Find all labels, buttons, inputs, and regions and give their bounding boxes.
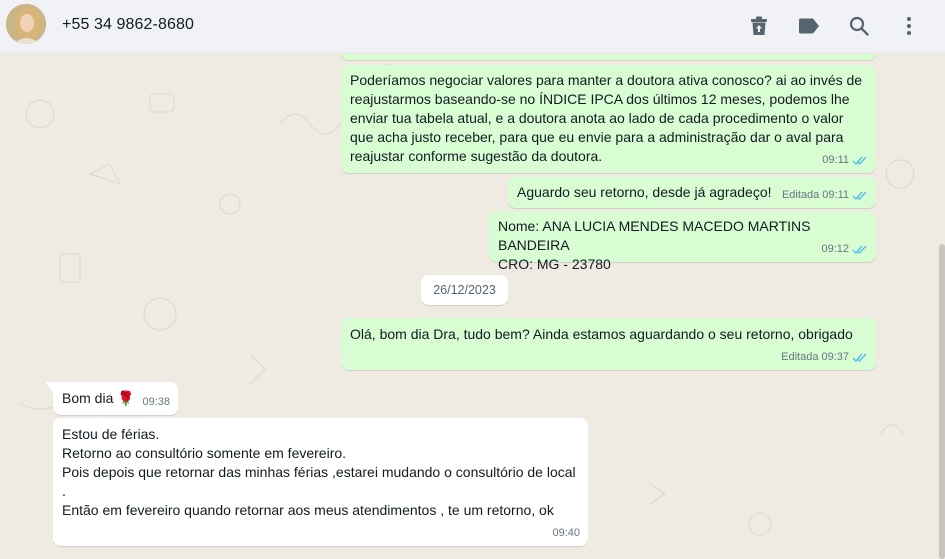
- message-bubble-outgoing[interactable]: Aguardo seu retorno, desde já agradeço! …: [508, 177, 876, 208]
- message-time: 09:11: [822, 154, 849, 166]
- double-check-icon: [852, 353, 867, 363]
- message-text: Nome: ANA LUCIA MENDES MACEDO MARTINS BA…: [498, 218, 811, 272]
- search-icon[interactable]: [846, 13, 872, 39]
- double-check-icon: [852, 191, 867, 201]
- message-time: 09:12: [821, 243, 849, 255]
- bubble-tail: [45, 382, 53, 392]
- message-bubble-outgoing[interactable]: Poderíamos negociar valores para manter …: [341, 65, 876, 173]
- double-check-icon: [852, 245, 867, 255]
- message-meta: 09:40: [552, 524, 580, 543]
- chat-header: +55 34 9862-8680: [0, 0, 945, 53]
- message-meta: Editada 09:11: [782, 186, 868, 205]
- scrollbar[interactable]: [939, 244, 945, 559]
- message-text: Poderíamos negociar valores para manter …: [350, 72, 866, 164]
- archive-icon[interactable]: [746, 13, 772, 39]
- message-bubble-partial: [341, 54, 876, 60]
- edited-label: Editada: [781, 351, 819, 363]
- message-time: 09:37: [821, 351, 849, 363]
- menu-icon[interactable]: [896, 13, 922, 39]
- message-meta: 09:11: [822, 151, 868, 170]
- avatar[interactable]: [6, 4, 46, 44]
- message-time: 09:38: [142, 396, 170, 408]
- message-text: Estou de férias. Retorno ao consultório …: [62, 426, 576, 518]
- message-meta: 09:12: [821, 240, 868, 259]
- message-meta: 09:38: [142, 393, 170, 412]
- message-time: 09:11: [822, 189, 849, 201]
- label-icon[interactable]: [796, 13, 822, 39]
- date-divider: 26/12/2023: [421, 275, 508, 305]
- edited-label: Editada: [781, 189, 820, 201]
- contact-name[interactable]: +55 34 9862-8680: [62, 16, 194, 34]
- message-bubble-incoming[interactable]: Estou de férias. Retorno ao consultório …: [53, 418, 588, 546]
- message-bubble-outgoing[interactable]: Olá, bom dia Dra, tudo bem? Ainda estamo…: [341, 318, 876, 370]
- message-text: Olá, bom dia Dra, tudo bem? Ainda estamo…: [350, 326, 853, 342]
- message-bubble-outgoing[interactable]: Nome: ANA LUCIA MENDES MACEDO MARTINS BA…: [489, 211, 876, 272]
- double-check-icon: [852, 156, 867, 166]
- chat-area[interactable]: Poderíamos negociar valores para manter …: [0, 54, 945, 559]
- message-time: 09:40: [552, 527, 580, 539]
- message-meta: Editada 09:37: [781, 348, 868, 367]
- message-bubble-incoming[interactable]: Bom dia 🌹 09:38: [45, 382, 178, 415]
